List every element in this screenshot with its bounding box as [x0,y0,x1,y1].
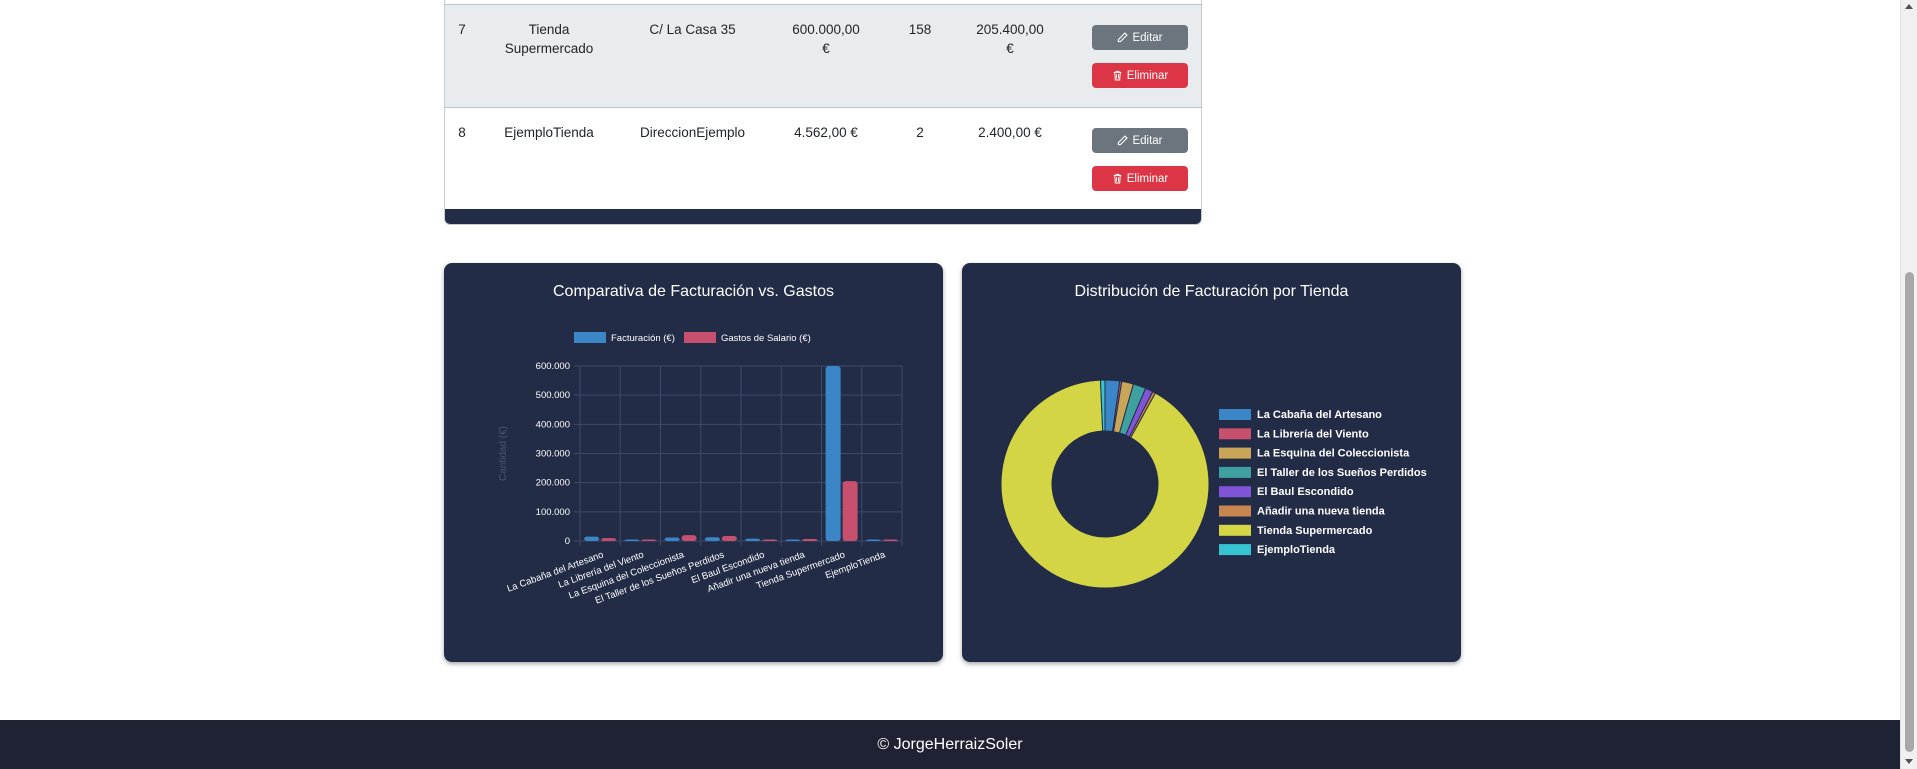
y-tick-label: 400.000 [536,419,570,430]
y-axis-label: Cantidad (€) [498,426,509,481]
page-scrollbar[interactable] [1900,0,1917,769]
cell-name: EjemploTienda [489,123,609,142]
cell-salary: 205.400,00 € [965,20,1055,58]
pencil-icon [1118,135,1129,146]
cell-billing: 4.562,00 € [781,123,871,142]
page-footer: © JorgeHerraizSoler [0,720,1900,769]
legend-swatch [574,332,606,343]
bar [825,366,841,541]
bar [745,538,761,541]
y-tick-label: 100.000 [536,507,570,518]
bar [584,536,600,541]
y-tick-label: 300.000 [536,449,570,460]
legend-label: Gastos de Salario (€) [721,333,811,344]
cell-name-line: Tienda [528,22,570,37]
cell-billing-line: 4.562,00 € [794,125,858,140]
cell-billing-line: € [822,41,830,56]
bar [865,539,881,541]
legend-label: Tienda Supermercado [1257,525,1373,537]
bar [802,538,818,541]
table-row: 8 EjemploTienda DireccionEjemplo 4.562,0… [445,107,1201,209]
legend-swatch [1219,466,1251,478]
cell-salary-line: € [1006,41,1014,56]
legend-label: El Taller de los Sueños Perdidos [1257,467,1427,479]
trash-icon [1113,70,1121,81]
cell-name-line: Supermercado [504,41,594,56]
legend-label: El Baul Escondido [1257,486,1354,498]
legend-label: La Cabaña del Artesano [1257,409,1382,421]
bar [601,538,617,541]
bar [664,537,680,541]
cell-employees: 158 [908,22,932,37]
delete-button[interactable]: Eliminar [1092,166,1188,191]
legend-swatch [1219,544,1251,556]
bar-legend: Facturación (€) Gastos de Salario (€) [574,332,811,344]
cell-employees: 2 [916,125,924,140]
delete-button-label: Eliminar [1126,69,1169,82]
cell-id: 7 [458,22,466,37]
legend-swatch [1219,486,1251,498]
bar [704,537,720,541]
bar-chart-card: Comparativa de Facturación vs. Gastos Fa… [444,263,943,662]
table-row: 7 Tienda Supermercado C/ La Casa 35 600.… [445,4,1201,107]
cell-address: C/ La Casa 35 [649,22,736,37]
legend-label: Añadir una nueva tienda [1257,506,1386,518]
legend-swatch [1219,505,1251,517]
cell-salary-line: 2.400,00 € [978,125,1042,140]
cell-id: 8 [458,125,466,140]
bar [882,539,898,541]
y-tick-label: 200.000 [536,478,570,489]
scroll-down-icon[interactable] [1905,759,1913,764]
y-tick-label: 0 [565,536,570,547]
edit-button-label: Editar [1132,134,1163,147]
pie-chart-card: Distribución de Facturación por Tienda L… [962,263,1461,662]
bar [785,539,801,541]
table-footer-bar [445,209,1201,224]
bar [624,539,640,541]
cell-name: Tienda Supermercado [489,20,609,58]
cell-name-line: EjemploTienda [504,125,594,140]
legend-swatch [1219,428,1251,440]
legend-swatch [684,332,716,343]
cell-salary: 2.400,00 € [965,123,1055,142]
cell-salary-line: 205.400,00 [976,22,1044,37]
page: 7 Tienda Supermercado C/ La Casa 35 600.… [0,0,1917,769]
edit-button-label: Editar [1132,31,1163,44]
legend-swatch [1219,409,1251,420]
doughnut-legend: La Cabaña del Artesano La Librería del Vi… [1219,409,1427,556]
legend-label: EjemploTienda [1257,544,1336,556]
footer-copyright: © JorgeHerraizSoler [877,735,1023,753]
legend-swatch [1219,447,1251,459]
pencil-icon [1118,32,1129,43]
edit-button[interactable]: Editar [1092,25,1188,50]
doughnut-chart: La Cabaña del Artesano La Librería del Vi… [1000,379,1427,589]
scroll-thumb[interactable] [1905,272,1914,752]
legend-swatch [1219,524,1251,536]
stores-table: 7 Tienda Supermercado C/ La Casa 35 600.… [444,0,1202,225]
scroll-up-icon[interactable] [1905,4,1913,9]
bar [762,539,778,541]
y-tick-label: 600.000 [536,361,570,372]
bar-chart: Facturación (€) Gastos de Salario (€) 0 100… [498,332,903,607]
y-tick-label: 500.000 [536,390,570,401]
cell-billing-line: 600.000,00 [792,22,860,37]
delete-button-label: Eliminar [1126,172,1169,185]
delete-button[interactable]: Eliminar [1092,63,1188,88]
legend-label: La Esquina del Coleccionista [1257,448,1410,460]
cell-billing: 600.000,00 € [781,20,871,58]
legend-label: La Librería del Viento [1257,428,1369,440]
trash-icon [1113,173,1121,184]
bar [721,536,737,541]
edit-button[interactable]: Editar [1092,128,1188,153]
legend-label: Facturación (€) [611,333,675,344]
cell-address: DireccionEjemplo [639,125,746,140]
bar [681,535,697,541]
bar [641,539,657,541]
bar [842,481,858,541]
